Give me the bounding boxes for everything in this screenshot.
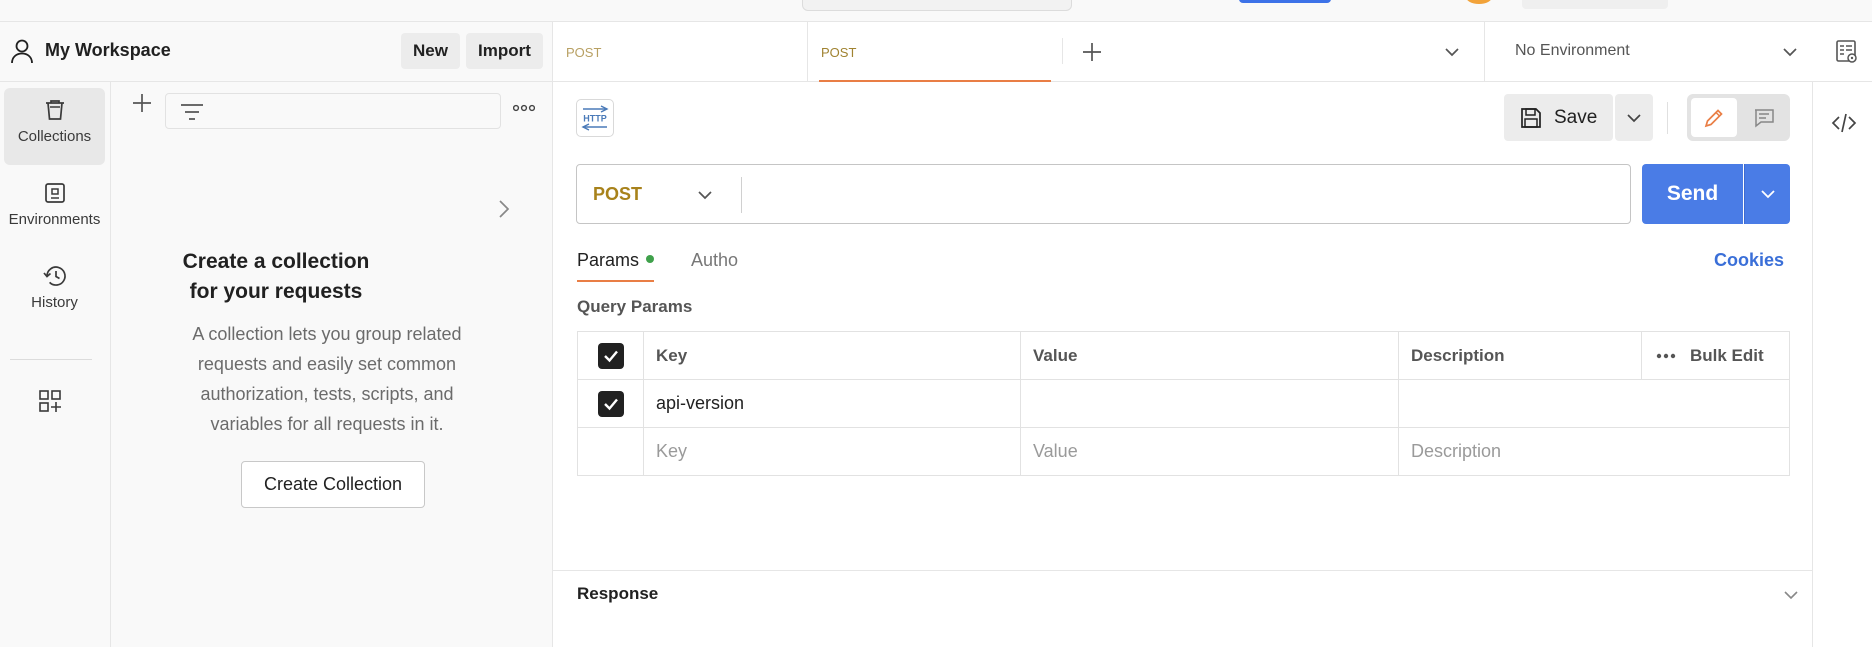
select-all-cell: [577, 331, 644, 380]
global-search-bar[interactable]: [802, 0, 1072, 11]
sidebar-item-label: Environments: [8, 211, 101, 228]
header-upgrade-box[interactable]: [1522, 0, 1668, 9]
request-tab-bar: POST POST No Environment: [553, 22, 1872, 82]
create-collection-button[interactable]: Create Collection: [241, 461, 425, 508]
add-collection-icon[interactable]: [131, 92, 153, 114]
tab-params[interactable]: Params: [577, 250, 655, 271]
select-all-checkbox[interactable]: [597, 342, 624, 369]
environment-label: No Environment: [1515, 42, 1630, 59]
new-description-placeholder[interactable]: Description: [1398, 427, 1790, 476]
new-tab-plus-icon[interactable]: [1081, 41, 1103, 63]
more-options-icon[interactable]: [513, 104, 535, 112]
history-icon: [42, 264, 68, 288]
params-tab-label: Params: [577, 250, 640, 270]
param-key-cell[interactable]: api-version: [643, 379, 1021, 428]
params-active-dot: [646, 255, 655, 264]
bulk-edit-cell: Bulk Edit: [1641, 331, 1790, 380]
new-key-placeholder[interactable]: Key: [643, 427, 1021, 476]
sidebar-rail: Collections Environments History: [0, 82, 111, 647]
request-tab[interactable]: POST: [553, 22, 808, 82]
user-avatar[interactable]: [1466, 0, 1492, 4]
save-button[interactable]: Save: [1504, 94, 1613, 141]
right-sidebar: [1812, 82, 1872, 647]
tab-method-label: POST: [821, 44, 857, 60]
empty-state-title: Create a collection for your requests: [182, 250, 370, 303]
method-select[interactable]: POST: [577, 165, 737, 223]
sidebar-item-label: History: [31, 294, 78, 311]
url-divider: [741, 177, 742, 213]
chevron-right-icon[interactable]: [497, 198, 511, 220]
sidebar-item-environments[interactable]: Environments: [4, 171, 105, 248]
empty-state-description: A collection lets you group related requ…: [192, 324, 462, 434]
send-options-chevron-icon[interactable]: [1744, 164, 1790, 224]
param-description-cell[interactable]: [1398, 379, 1790, 428]
filter-icon: [180, 102, 204, 122]
column-header-key: Key: [643, 331, 1021, 380]
import-button[interactable]: Import: [466, 33, 543, 69]
view-mode-toggle: [1687, 94, 1790, 141]
tabs-dropdown-chevron-icon[interactable]: [1444, 44, 1460, 60]
workspace-title[interactable]: My Workspace: [45, 40, 171, 61]
table-row: api-version: [577, 379, 1790, 428]
bulk-edit-button[interactable]: Bulk Edit: [1690, 346, 1764, 366]
tab-authorization[interactable]: Autho: [691, 250, 738, 271]
chevron-down-icon: [697, 187, 713, 203]
query-params-table: Key Value Description Bulk Edit api-vers…: [577, 331, 1790, 476]
tab-method-label: POST: [566, 44, 602, 60]
table-header-row: Key Value Description Bulk Edit: [577, 331, 1790, 380]
trash-bin-icon: [43, 98, 67, 122]
url-bar: POST: [576, 164, 1631, 224]
table-row-empty: Key Value Description: [577, 427, 1790, 476]
main-area: POST POST No Environment HTTP Save POST …: [553, 22, 1872, 647]
top-header-strip: [0, 0, 1872, 22]
new-value-placeholder[interactable]: Value: [1020, 427, 1399, 476]
collection-filter-input[interactable]: [165, 93, 501, 129]
column-header-description: Description: [1398, 331, 1642, 380]
active-subtab-underline: [577, 280, 654, 282]
environment-quick-look-icon[interactable]: [1835, 39, 1859, 65]
row-checkbox-cell: [577, 379, 644, 428]
environment-icon: [43, 181, 67, 205]
toolbar-divider: [1667, 102, 1668, 134]
column-header-value: Value: [1020, 331, 1399, 380]
url-input[interactable]: [749, 171, 1619, 217]
save-icon: [1520, 107, 1542, 129]
row-checkbox[interactable]: [597, 390, 624, 417]
save-options-chevron-icon[interactable]: [1615, 94, 1653, 141]
http-request-icon: HTTP: [576, 99, 614, 137]
collections-pane: Create a collection for your requests A …: [111, 82, 552, 647]
svg-text:HTTP: HTTP: [583, 114, 607, 124]
empty-checkbox-cell: [577, 427, 644, 476]
rail-divider: [10, 359, 92, 360]
new-button[interactable]: New: [401, 33, 460, 69]
more-options-icon[interactable]: [1656, 353, 1676, 359]
method-label: POST: [593, 183, 643, 204]
environment-selector[interactable]: No Environment: [1484, 22, 1811, 82]
query-params-label: Query Params: [577, 297, 693, 316]
sidebar: My Workspace New Import Collections Envi…: [0, 22, 553, 647]
sidebar-item-collections[interactable]: Collections: [4, 88, 105, 165]
comment-icon[interactable]: [1741, 98, 1787, 137]
response-section[interactable]: Response: [553, 570, 1812, 647]
edit-pencil-icon[interactable]: [1691, 98, 1737, 137]
add-apps-icon[interactable]: [38, 389, 63, 414]
param-value-cell[interactable]: [1020, 379, 1399, 428]
sidebar-item-history[interactable]: History: [4, 254, 105, 331]
request-editor: HTTP Save POST Send Params Autho Cookies…: [553, 82, 1812, 647]
request-tab-active[interactable]: POST: [808, 22, 1063, 82]
send-button[interactable]: Send: [1642, 164, 1743, 224]
response-label: Response: [577, 584, 659, 603]
workspace-header: My Workspace New Import: [0, 22, 553, 82]
sidebar-item-label: Collections: [17, 128, 92, 145]
tab-separator: [1062, 38, 1063, 64]
cookies-link[interactable]: Cookies: [1714, 250, 1784, 271]
save-label: Save: [1554, 106, 1598, 128]
chevron-down-icon[interactable]: [1783, 587, 1799, 603]
code-snippet-icon[interactable]: [1831, 112, 1857, 134]
header-action-button[interactable]: [1239, 0, 1331, 3]
user-icon: [10, 38, 34, 64]
chevron-down-icon: [1782, 44, 1798, 60]
